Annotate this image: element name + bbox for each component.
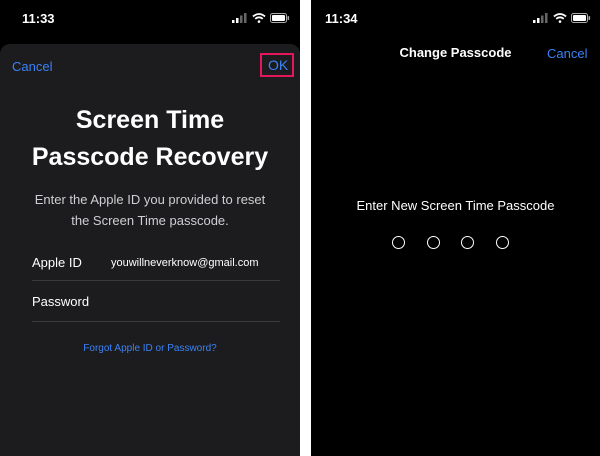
- battery-icon: [571, 13, 591, 23]
- field-divider: [32, 280, 280, 281]
- page-title-line-2: Passcode Recovery: [31, 143, 269, 171]
- page-title-line-1: Screen Time: [75, 106, 225, 134]
- signal-icon: [533, 13, 549, 23]
- instructions-line-2: the Screen Time passcode.: [71, 213, 229, 228]
- passcode-digit-dot: [427, 236, 440, 249]
- password-field[interactable]: [111, 288, 271, 312]
- status-bar: 11:34: [311, 0, 600, 38]
- field-divider: [32, 321, 280, 322]
- ok-button[interactable]: OK: [268, 57, 288, 73]
- passcode-digit-dot: [461, 236, 474, 249]
- passcode-digit-dot: [496, 236, 509, 249]
- panel-divider: [300, 0, 311, 456]
- battery-icon: [270, 13, 290, 23]
- instructions-line-1: Enter the Apple ID you provided to reset: [34, 192, 266, 207]
- cancel-button[interactable]: Cancel: [12, 59, 52, 74]
- instructions: Enter the Apple ID you provided to reset…: [0, 189, 300, 231]
- apple-id-label: Apple ID: [32, 255, 82, 270]
- wifi-icon: [252, 13, 266, 23]
- password-label: Password: [32, 294, 90, 309]
- change-passcode-screen: 11:34 Change Passcode Cancel Enter New S…: [311, 0, 600, 456]
- status-time: 11:33: [22, 11, 55, 26]
- passcode-digit-dot: [392, 236, 405, 249]
- wifi-icon: [553, 13, 567, 23]
- recovery-screen: 11:33 Cancel OK Screen Time Passcode Rec…: [0, 0, 300, 456]
- cancel-button[interactable]: Cancel: [547, 46, 587, 61]
- signal-icon: [232, 13, 248, 23]
- status-bar: 11:33: [0, 0, 300, 38]
- apple-id-field[interactable]: youwillneverknow@gmail.com: [111, 257, 259, 269]
- forgot-apple-id-link[interactable]: Forgot Apple ID or Password?: [0, 343, 300, 354]
- passcode-prompt: Enter New Screen Time Passcode: [356, 198, 555, 213]
- status-time: 11:34: [325, 11, 358, 26]
